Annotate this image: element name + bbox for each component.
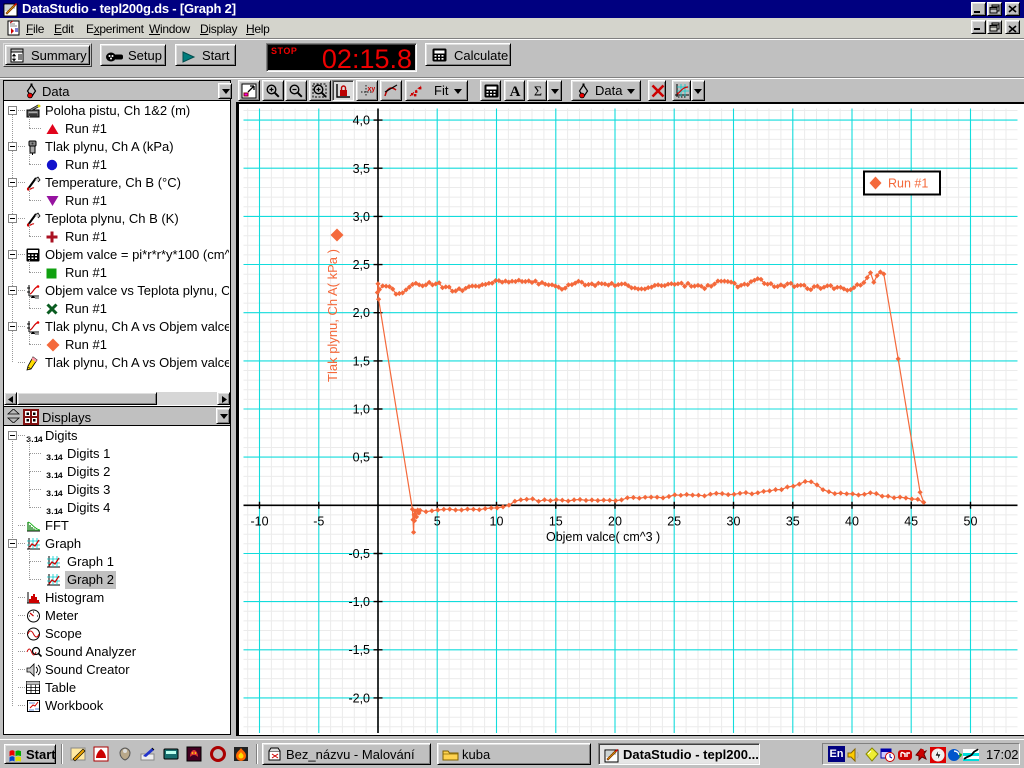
svg-text:-2,0: -2,0: [348, 691, 370, 705]
svg-text:3,5: 3,5: [352, 161, 369, 175]
svg-text:45: 45: [904, 514, 918, 528]
svg-text:-10: -10: [250, 514, 268, 528]
svg-text:0,5: 0,5: [352, 450, 369, 464]
svg-text:30: 30: [726, 514, 740, 528]
svg-text:Objem valce( cm^3 ): Objem valce( cm^3 ): [545, 530, 659, 544]
svg-text:2,0: 2,0: [352, 306, 369, 320]
svg-text:-1,0: -1,0: [348, 595, 370, 609]
svg-text:1,0: 1,0: [352, 402, 369, 416]
svg-text:3,0: 3,0: [352, 209, 369, 223]
svg-text:5: 5: [433, 514, 440, 528]
svg-text:20: 20: [608, 514, 622, 528]
svg-text:-5: -5: [313, 514, 324, 528]
svg-text:1,5: 1,5: [352, 354, 369, 368]
svg-text:-0,5: -0,5: [348, 547, 370, 561]
svg-text:25: 25: [667, 514, 681, 528]
svg-text:35: 35: [785, 514, 799, 528]
svg-text:Run #1: Run #1: [888, 176, 928, 190]
svg-text:xy: xy: [368, 86, 376, 93]
svg-text:50: 50: [963, 514, 977, 528]
svg-text:40: 40: [845, 514, 859, 528]
svg-text:-1,5: -1,5: [348, 643, 370, 657]
svg-text:15: 15: [548, 514, 562, 528]
svg-text:2,5: 2,5: [352, 258, 369, 272]
svg-text:Tlak plynu, Ch A( kPa ): Tlak plynu, Ch A( kPa ): [325, 249, 340, 382]
svg-text:10: 10: [489, 514, 503, 528]
svg-text:A: A: [510, 84, 521, 98]
svg-text:4,0: 4,0: [352, 113, 369, 127]
svg-text:Σ: Σ: [534, 85, 542, 99]
